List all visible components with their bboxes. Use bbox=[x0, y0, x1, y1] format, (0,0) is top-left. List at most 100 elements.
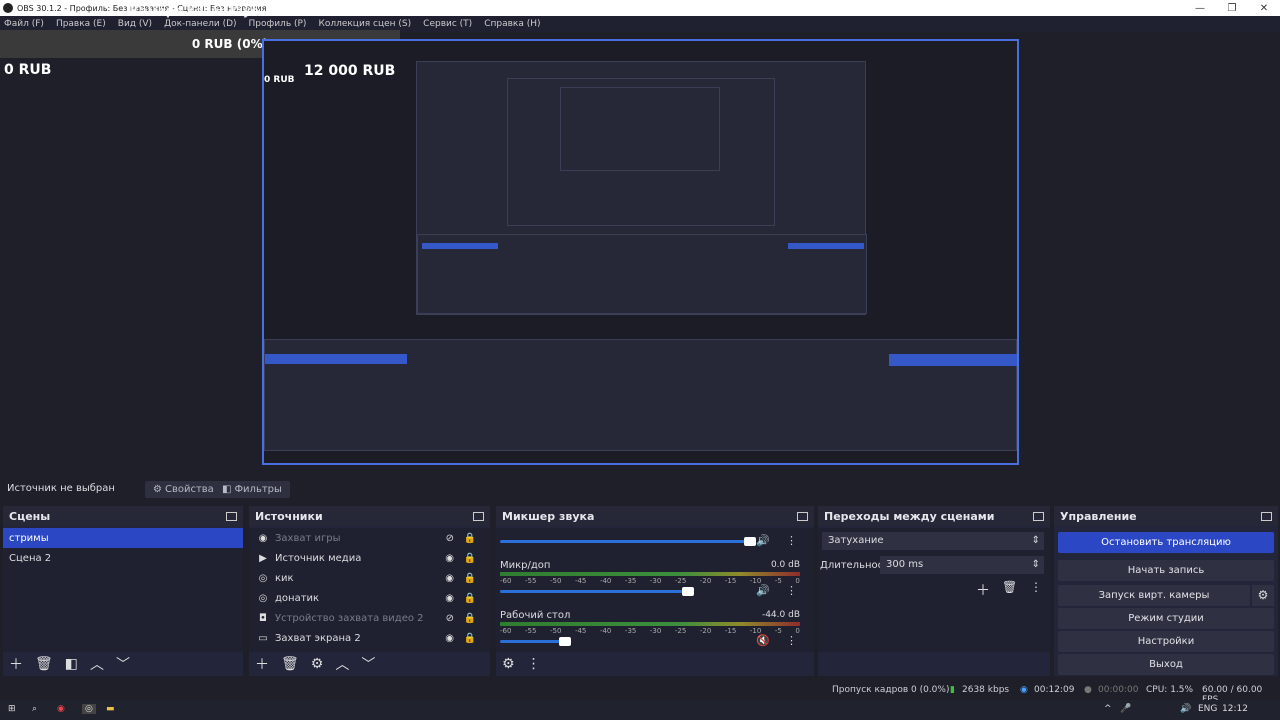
lock-icon[interactable]: 🔒 bbox=[464, 573, 476, 584]
menu-file[interactable]: Файл (F) bbox=[4, 19, 44, 29]
search-icon[interactable]: ⌕ bbox=[32, 704, 37, 714]
language-indicator[interactable]: ENG bbox=[1198, 704, 1217, 714]
virtual-camera-button[interactable]: Запуск вирт. камеры bbox=[1058, 585, 1250, 606]
speaker-icon[interactable]: 🔊 bbox=[756, 534, 770, 547]
stream-time: 00:12:09 bbox=[1034, 685, 1075, 695]
properties-button[interactable]: ⚙ Свойства bbox=[145, 481, 222, 498]
delete-scene-icon[interactable]: 🗑 bbox=[35, 656, 53, 672]
source-item[interactable]: ▭ Захват экрана 2 ◉ 🔒 bbox=[249, 628, 490, 648]
delete-transition-icon[interactable]: 🗑 bbox=[1002, 580, 1017, 594]
menu-view[interactable]: Вид (V) bbox=[118, 19, 152, 29]
duration-input[interactable]: 300 ms ⇕ bbox=[880, 556, 1044, 574]
channel-menu-icon[interactable]: ⋮ bbox=[786, 634, 797, 647]
menu-scene-collection[interactable]: Коллекция сцен (S) bbox=[318, 19, 411, 29]
scene-filters-icon[interactable]: ◧ bbox=[65, 656, 78, 672]
move-up-icon[interactable]: ︿ bbox=[90, 654, 104, 674]
eye-icon[interactable]: ◉ bbox=[445, 633, 454, 644]
goal-progress-text: 0 RUB (0%) bbox=[191, 37, 269, 51]
volume-knob[interactable] bbox=[744, 537, 756, 546]
mic-tray-icon[interactable]: 🎤 bbox=[1120, 704, 1131, 714]
add-source-icon[interactable]: ＋ bbox=[255, 654, 269, 674]
settings-label: Настройки bbox=[1137, 636, 1195, 647]
undock-icon[interactable] bbox=[797, 511, 808, 521]
undock-icon[interactable] bbox=[226, 511, 237, 521]
delete-source-icon[interactable]: 🗑 bbox=[281, 656, 299, 672]
stop-stream-button[interactable]: Остановить трансляцию bbox=[1058, 532, 1274, 553]
move-up-icon[interactable]: ︿ bbox=[335, 654, 349, 674]
undock-icon[interactable] bbox=[1261, 511, 1272, 521]
menu-profile[interactable]: Профиль (P) bbox=[249, 19, 307, 29]
source-item[interactable]: ◉ Захват игры ⊘ 🔒 bbox=[249, 528, 490, 548]
lock-icon[interactable]: 🔒 bbox=[464, 553, 476, 564]
volume-knob[interactable] bbox=[682, 587, 694, 596]
menu-tools[interactable]: Сервис (T) bbox=[423, 19, 472, 29]
menu-docks[interactable]: Док-панели (D) bbox=[164, 19, 236, 29]
transition-select[interactable]: Затухание ⇕ bbox=[822, 532, 1044, 550]
move-down-icon[interactable]: ﹀ bbox=[361, 654, 375, 674]
volume-tray-icon[interactable]: 🔊 bbox=[1180, 704, 1191, 714]
mixer-menu-icon[interactable]: ⋮ bbox=[527, 656, 541, 672]
source-item[interactable]: ◎ донатик ◉ 🔒 bbox=[249, 588, 490, 608]
transition-value: Затухание bbox=[828, 535, 884, 546]
minimize-icon[interactable]: — bbox=[1184, 3, 1216, 14]
start-record-button[interactable]: Начать запись bbox=[1058, 560, 1274, 581]
source-properties-icon[interactable]: ⚙ bbox=[311, 656, 324, 672]
exit-button[interactable]: Выход bbox=[1058, 654, 1274, 675]
scene-item[interactable]: стримы bbox=[3, 528, 243, 548]
record-time: 00:00:00 bbox=[1098, 685, 1139, 695]
lock-icon[interactable]: 🔒 bbox=[464, 613, 476, 624]
transitions-title: Переходы между сценами bbox=[824, 509, 995, 523]
source-item[interactable]: ▶ Источник медиа ◉ 🔒 bbox=[249, 548, 490, 568]
eye-icon[interactable]: ◉ bbox=[445, 553, 454, 564]
lock-icon[interactable]: 🔒 bbox=[464, 633, 476, 644]
eye-icon[interactable]: ◉ bbox=[445, 573, 454, 584]
sources-dock-header: Источники bbox=[249, 506, 490, 526]
filters-button[interactable]: ◧ Фильтры bbox=[214, 481, 290, 498]
preview-stop-button bbox=[889, 354, 1017, 366]
source-item[interactable]: ◎ кик ◉ 🔒 bbox=[249, 568, 490, 588]
menu-edit[interactable]: Правка (E) bbox=[56, 19, 106, 29]
undock-icon[interactable] bbox=[1033, 511, 1044, 521]
move-down-icon[interactable]: ﹀ bbox=[116, 654, 130, 674]
mic-volume-slider[interactable] bbox=[500, 587, 694, 596]
obs-taskbar-icon[interactable]: ◎ bbox=[82, 704, 96, 714]
advanced-audio-icon[interactable]: ⚙ bbox=[502, 656, 515, 672]
scenes-dock: Сцены стримы Сцена 2 ＋ 🗑 ◧ ︿ ﹀ bbox=[3, 506, 243, 676]
filters-label: Фильтры bbox=[234, 484, 282, 495]
source-label: донатик bbox=[275, 592, 320, 604]
transitions-dock-header: Переходы между сценами bbox=[818, 506, 1050, 526]
lock-icon[interactable]: 🔒 bbox=[464, 533, 476, 544]
virtual-camera-label: Запуск вирт. камеры bbox=[1098, 590, 1210, 601]
undock-icon[interactable] bbox=[473, 511, 484, 521]
program-preview[interactable]: 0 RUB 12 000 RUB bbox=[262, 39, 1019, 465]
eye-icon[interactable]: ◉ bbox=[445, 593, 454, 604]
close-icon[interactable]: ✕ bbox=[1248, 3, 1280, 14]
source-item[interactable]: ◘ Устройство захвата видео 2 ⊘ 🔒 bbox=[249, 608, 490, 628]
volume-knob[interactable] bbox=[559, 637, 571, 646]
maximize-icon[interactable]: ❐ bbox=[1216, 3, 1248, 14]
add-scene-icon[interactable]: ＋ bbox=[9, 654, 23, 674]
speaker-muted-icon[interactable]: 🔇 bbox=[756, 634, 770, 647]
scenes-toolbar: ＋ 🗑 ◧ ︿ ﹀ bbox=[3, 652, 243, 676]
lock-icon[interactable]: 🔒 bbox=[464, 593, 476, 604]
transition-menu-icon[interactable]: ⋮ bbox=[1030, 580, 1042, 594]
windows-start-icon[interactable]: ⊞ bbox=[8, 704, 16, 714]
hidden-channel-volume-slider[interactable] bbox=[500, 537, 756, 546]
eye-hidden-icon[interactable]: ⊘ bbox=[446, 533, 454, 544]
stream-icon: ◉ bbox=[1020, 685, 1028, 695]
chrome-icon[interactable]: ◉ bbox=[57, 704, 65, 714]
desktop-volume-slider[interactable] bbox=[500, 637, 571, 646]
eye-hidden-icon[interactable]: ⊘ bbox=[446, 613, 454, 624]
studio-mode-button[interactable]: Режим студии bbox=[1058, 608, 1274, 629]
add-transition-icon[interactable]: ＋ bbox=[976, 580, 990, 600]
channel-name: Микр/доп bbox=[500, 560, 551, 571]
folder-icon[interactable]: ▬ bbox=[106, 704, 115, 714]
settings-button[interactable]: Настройки bbox=[1058, 631, 1274, 652]
scene-item[interactable]: Сцена 2 bbox=[3, 548, 243, 568]
menu-help[interactable]: Справка (H) bbox=[484, 19, 540, 29]
channel-menu-icon[interactable]: ⋮ bbox=[786, 534, 797, 547]
channel-menu-icon[interactable]: ⋮ bbox=[786, 584, 797, 597]
virtual-camera-settings-icon[interactable]: ⚙ bbox=[1252, 585, 1274, 606]
tray-up-icon[interactable]: ^ bbox=[1104, 704, 1112, 714]
speaker-icon[interactable]: 🔊 bbox=[756, 584, 770, 597]
